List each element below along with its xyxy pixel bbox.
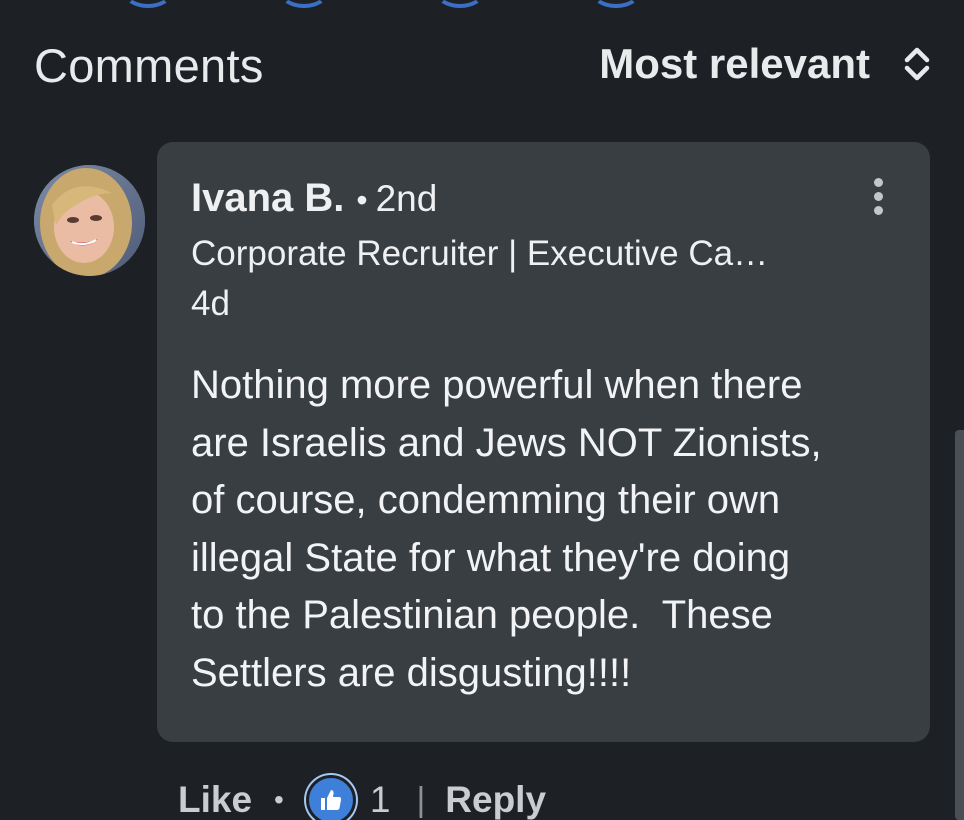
comment-text-line: to the Palestinian people. These [191,593,773,637]
comment-text-line: Nothing more powerful when there [191,363,803,407]
partial-reaction-icon [436,0,484,8]
connection-degree: 2nd [375,178,438,219]
author-name[interactable]: Ivana B. [191,176,344,221]
comment-text: Nothing more powerful when there are Isr… [191,357,911,702]
comment-text-line: of course, condemming their own [191,478,781,522]
partial-reaction-icon [280,0,328,8]
comment-text-line: Settlers are disgusting!!!! [191,650,632,695]
commenter-avatar[interactable] [34,165,145,276]
sort-dropdown[interactable]: Most relevant [599,40,934,88]
comments-header: Comments Most relevant [34,36,934,96]
sort-label: Most relevant [599,40,870,87]
comment-actions: Like • 1 | Reply [178,775,546,820]
action-dot-separator: • [274,784,284,815]
scrollbar[interactable] [955,430,964,820]
comments-screen: Comments Most relevant Ivana B. • 2nd Co… [0,0,964,820]
author-headline: Corporate Recruiter | Executive Ca… [191,234,769,273]
thumbs-up-icon[interactable] [305,775,356,820]
action-divider: | [416,780,426,819]
comment-text-line: are Israelis and Jews NOT Zionists, [191,420,822,465]
author-line: Ivana B. • 2nd [191,176,437,221]
partial-reaction-icon [124,0,172,8]
reply-button[interactable]: Reply [445,779,546,820]
unfold-chevrons-icon [900,42,934,86]
partial-reaction-icon [592,0,640,8]
author-separator: • [356,182,368,218]
reaction-count[interactable]: 1 [370,779,391,820]
more-vertical-icon[interactable] [868,178,888,218]
reaction-icons-row-partial [0,0,964,8]
comments-title: Comments [34,39,264,92]
comment-timestamp: 4d [191,284,230,323]
comment-text-line: illegal State for what they're doing [191,535,791,580]
comment-card: Ivana B. • 2nd Corporate Recruiter | Exe… [157,142,930,742]
like-button[interactable]: Like [178,779,252,820]
